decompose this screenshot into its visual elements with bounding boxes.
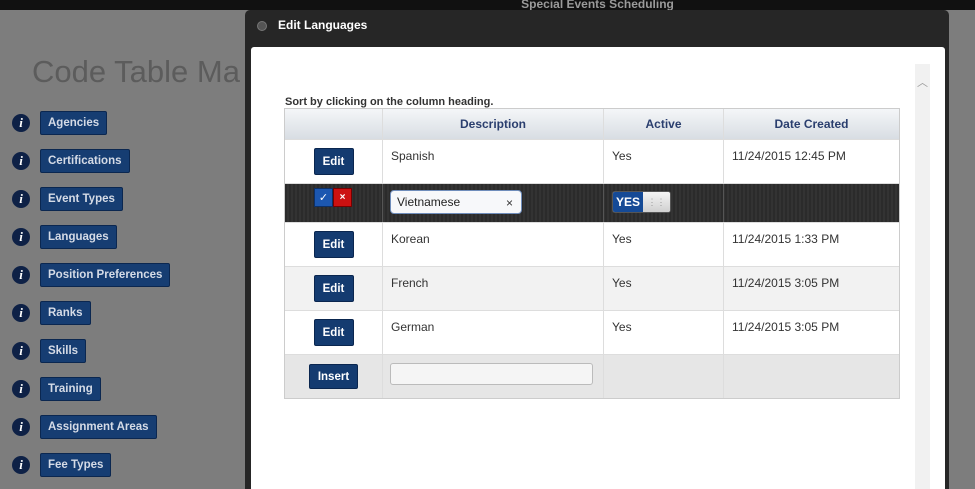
description-cell: Spanish <box>382 140 603 183</box>
edit-languages-dialog: Edit Languages ︿ Sort by clicking on the… <box>245 10 949 489</box>
toggle-grip-icon[interactable]: ⋮⋮ <box>643 192 670 212</box>
table-row-editing: ✓ × Vietnamese × YES ⋮⋮ <box>285 183 899 222</box>
page-title: Code Table Ma <box>32 54 240 89</box>
nav-item-ranks: i Ranks <box>12 301 91 325</box>
assignment-areas-button[interactable]: Assignment Areas <box>40 415 157 439</box>
nav-item-skills: i Skills <box>12 339 87 363</box>
dialog-title: Edit Languages <box>278 18 368 32</box>
skills-button[interactable]: Skills <box>40 339 87 363</box>
table-row: Edit Korean Yes 11/24/2015 1:33 PM <box>285 222 899 266</box>
info-icon[interactable]: i <box>12 190 30 208</box>
nav-item-position-preferences: i Position Preferences <box>12 263 171 287</box>
nav-item-event-types: i Event Types <box>12 187 123 211</box>
header-description[interactable]: Description <box>382 109 603 139</box>
table-row: Edit Spanish Yes 11/24/2015 12:45 PM <box>285 139 899 183</box>
info-icon[interactable]: i <box>12 304 30 322</box>
date-created-cell: 11/24/2015 12:45 PM <box>723 140 899 183</box>
new-description-input[interactable] <box>390 363 593 385</box>
nav-item-certifications: i Certifications <box>12 149 130 173</box>
info-icon[interactable]: i <box>12 152 30 170</box>
info-icon[interactable]: i <box>12 456 30 474</box>
description-input[interactable]: Vietnamese × <box>390 190 522 214</box>
date-created-cell: 11/24/2015 1:33 PM <box>723 223 899 266</box>
date-created-cell: 11/24/2015 3:05 PM <box>723 311 899 354</box>
languages-button[interactable]: Languages <box>40 225 117 249</box>
nav-item-training: i Training <box>12 377 101 401</box>
active-toggle[interactable]: YES ⋮⋮ <box>612 191 671 213</box>
active-cell: Yes <box>603 223 723 266</box>
chevron-up-icon[interactable]: ︿ <box>917 74 928 90</box>
vertical-scrollbar[interactable]: ︿ <box>915 64 930 489</box>
agencies-button[interactable]: Agencies <box>40 111 108 135</box>
app-title: Special Events Scheduling <box>521 0 674 10</box>
certifications-button[interactable]: Certifications <box>40 149 130 173</box>
description-cell: German <box>382 311 603 354</box>
edit-button[interactable]: Edit <box>313 148 354 175</box>
info-icon[interactable]: i <box>12 266 30 284</box>
clear-icon[interactable]: × <box>506 196 513 210</box>
description-cell: Korean <box>382 223 603 266</box>
dialog-body: ︿ Sort by clicking on the column heading… <box>251 47 945 489</box>
nav-item-assignment-areas: i Assignment Areas <box>12 415 157 439</box>
active-cell: Yes <box>603 267 723 310</box>
description-input-value: Vietnamese <box>397 195 461 209</box>
edit-button[interactable]: Edit <box>313 275 354 302</box>
info-icon[interactable]: i <box>12 380 30 398</box>
toggle-label: YES <box>613 192 643 212</box>
nav-item-fee-types: i Fee Types <box>12 453 112 477</box>
header-active[interactable]: Active <box>603 109 723 139</box>
training-button[interactable]: Training <box>40 377 101 401</box>
nav-item-agencies: i Agencies <box>12 111 108 135</box>
insert-row: Insert <box>285 354 899 398</box>
app-titlebar: Special Events Scheduling <box>0 0 975 10</box>
description-cell: French <box>382 267 603 310</box>
active-cell: Yes <box>603 140 723 183</box>
ranks-button[interactable]: Ranks <box>40 301 91 325</box>
sort-hint: Sort by clicking on the column heading. <box>285 96 494 108</box>
info-icon[interactable]: i <box>12 418 30 436</box>
fee-types-button[interactable]: Fee Types <box>40 453 112 477</box>
grid-header: Description Active Date Created <box>285 109 899 139</box>
edit-button[interactable]: Edit <box>313 231 354 258</box>
info-icon[interactable]: i <box>12 228 30 246</box>
check-icon[interactable]: ✓ <box>314 188 333 207</box>
position-preferences-button[interactable]: Position Preferences <box>40 263 171 287</box>
date-created-cell: 11/24/2015 3:05 PM <box>723 267 899 310</box>
dialog-icon <box>257 21 267 31</box>
header-actions <box>285 109 382 139</box>
table-row: Edit French Yes 11/24/2015 3:05 PM <box>285 266 899 310</box>
nav-item-languages: i Languages <box>12 225 117 249</box>
event-types-button[interactable]: Event Types <box>40 187 123 211</box>
active-cell: Yes <box>603 311 723 354</box>
insert-button[interactable]: Insert <box>309 364 358 389</box>
info-icon[interactable]: i <box>12 114 30 132</box>
languages-grid: Description Active Date Created Edit Spa… <box>284 108 900 399</box>
table-row: Edit German Yes 11/24/2015 3:05 PM <box>285 310 899 354</box>
close-icon[interactable]: × <box>333 188 352 207</box>
edit-button[interactable]: Edit <box>313 319 354 346</box>
header-date-created[interactable]: Date Created <box>723 109 899 139</box>
info-icon[interactable]: i <box>12 342 30 360</box>
